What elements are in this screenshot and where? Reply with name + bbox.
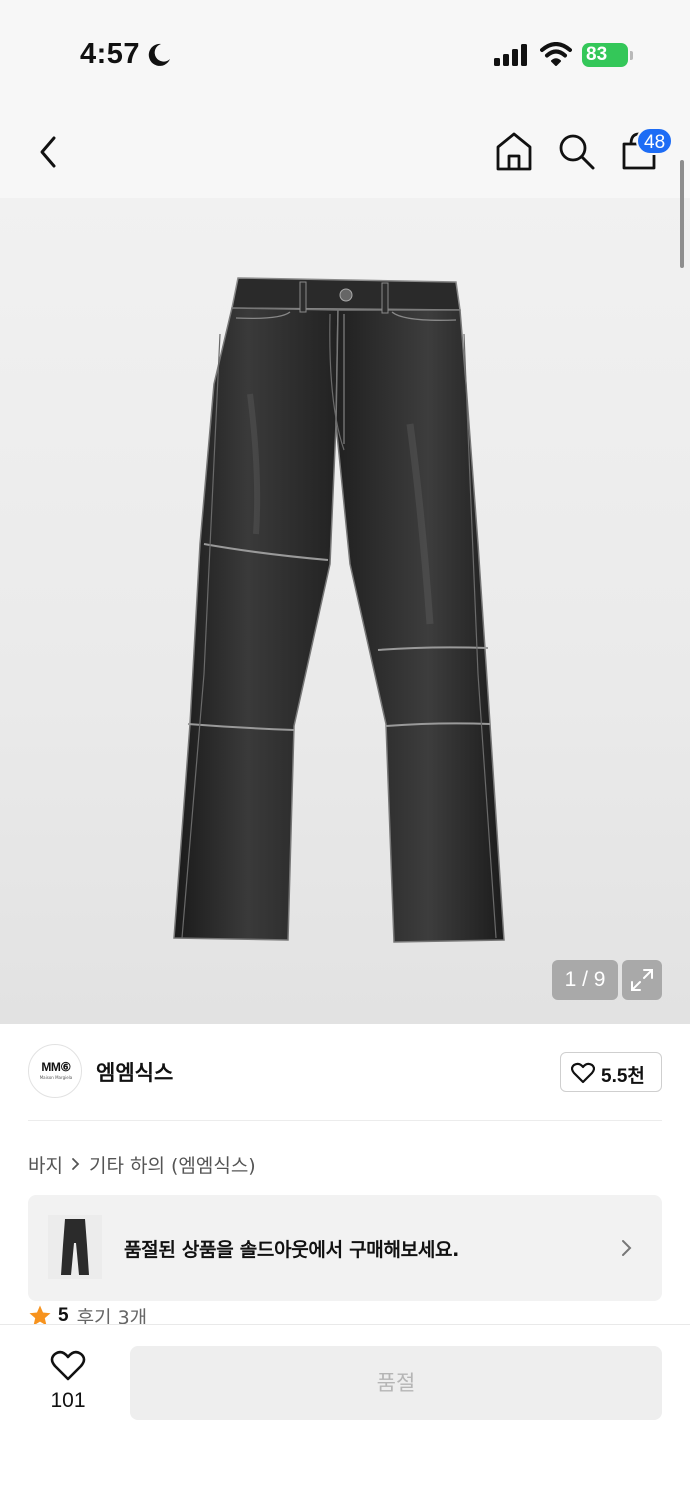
heart-icon	[571, 1062, 595, 1084]
brand-name[interactable]: 엠엠식스	[96, 1057, 173, 1087]
brand-logo-mark: MM⑥	[41, 1060, 71, 1074]
wifi-icon	[540, 42, 572, 66]
cart-count-badge: 48	[636, 127, 674, 155]
wishlist-count: 101	[50, 1389, 86, 1412]
chevron-right-icon	[72, 1158, 80, 1170]
product-image-gallery[interactable]: 1 / 9	[0, 198, 690, 1024]
banner-text: 품절된 상품을 솔드아웃에서 구매해보세요.	[124, 1239, 460, 1261]
battery-level: 83	[586, 44, 608, 65]
brand-like-button[interactable]: 5.5천	[560, 1052, 662, 1092]
soldout-button[interactable]: 품절	[130, 1346, 662, 1420]
scrollbar[interactable]	[680, 160, 684, 268]
chevron-right-icon	[622, 1240, 632, 1256]
home-button[interactable]	[494, 130, 534, 172]
breadcrumb: 바지 기타 하의 (엠엠식스)	[28, 1150, 256, 1178]
heart-icon	[50, 1350, 86, 1381]
divider	[28, 1120, 662, 1121]
expand-icon[interactable]	[622, 960, 662, 1000]
signal-icon	[494, 44, 527, 66]
moon-icon	[148, 43, 170, 66]
breadcrumb-subcategory[interactable]: 기타 하의 (엠엠식스)	[89, 1151, 256, 1178]
search-button[interactable]	[556, 131, 596, 171]
brand-like-count: 5.5천	[601, 1066, 645, 1087]
soldout-banner[interactable]: 품절된 상품을 솔드아웃에서 구매해보세요.	[28, 1195, 662, 1301]
brand-logo-subtext: Maison Margiela	[39, 1075, 73, 1080]
back-button[interactable]	[34, 132, 64, 172]
status-time: 4:57	[80, 38, 141, 70]
battery-indicator: 83	[582, 43, 628, 67]
banner-product-thumbnail	[48, 1215, 102, 1279]
brand-logo[interactable]: MM⑥ Maison Margiela	[28, 1044, 82, 1098]
product-image	[173, 277, 505, 943]
image-page-counter: 1 / 9	[552, 960, 618, 1000]
battery-tip	[630, 51, 633, 60]
wishlist-button[interactable]: 101	[28, 1346, 108, 1420]
breadcrumb-category[interactable]: 바지	[28, 1151, 63, 1178]
